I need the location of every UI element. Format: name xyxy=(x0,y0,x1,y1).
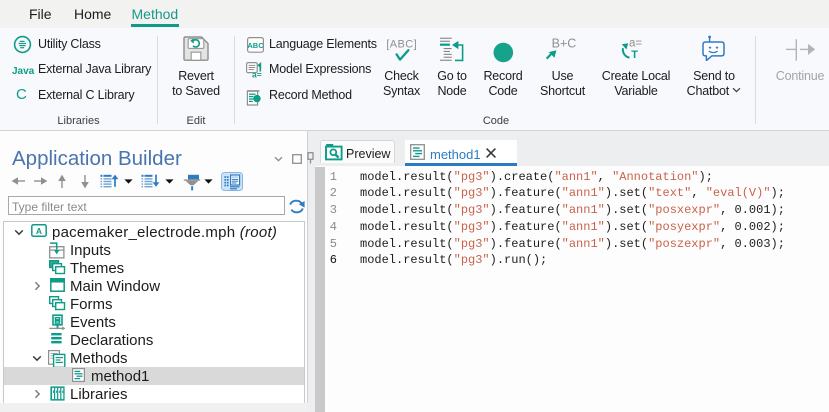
svg-text:a=: a= xyxy=(629,37,642,49)
svg-text:A: A xyxy=(36,226,42,236)
svg-text:ABC: ABC xyxy=(247,41,264,50)
svg-text:B+C: B+C xyxy=(552,37,577,51)
svg-text:T: T xyxy=(631,49,638,60)
svg-text:a=: a= xyxy=(252,70,262,78)
svg-text:[ABC]: [ABC] xyxy=(386,39,417,51)
